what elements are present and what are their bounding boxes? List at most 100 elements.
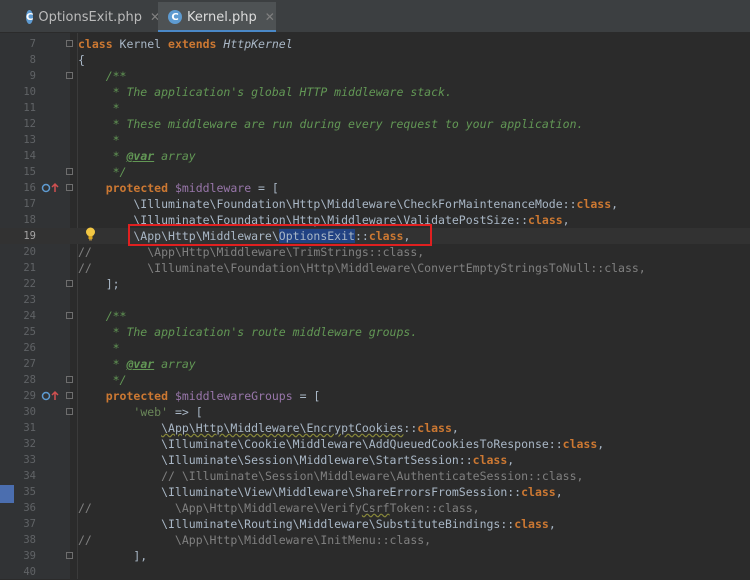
fold-marker-icon[interactable]: [66, 184, 73, 191]
code-line[interactable]: 35 \Illuminate\View\Middleware\ShareErro…: [0, 484, 750, 500]
fold-marker-icon[interactable]: [66, 280, 73, 287]
code-text: *: [78, 133, 120, 147]
code-text: protected $middleware = [: [105, 181, 279, 195]
line-number: 38: [23, 534, 36, 546]
line-number: 22: [23, 278, 36, 290]
line-number: 12: [23, 118, 36, 130]
code-text: * These middleware are run during every …: [78, 117, 584, 131]
code-line[interactable]: 39 ],: [0, 548, 750, 564]
line-number: 10: [23, 86, 36, 98]
code-text: * @var array: [78, 357, 196, 371]
code-line[interactable]: 15 */: [0, 164, 750, 180]
line-number: 20: [23, 246, 36, 258]
line-number: 14: [23, 150, 36, 162]
fold-marker-icon[interactable]: [66, 552, 73, 559]
php-class-icon: C: [26, 10, 34, 24]
code-line[interactable]: 7 class Kernel extends HttpKernel: [0, 36, 750, 52]
fold-marker-icon[interactable]: [66, 376, 73, 383]
code-line[interactable]: 11 *: [0, 100, 750, 116]
lightbulb-icon[interactable]: [85, 227, 96, 241]
close-icon[interactable]: ✕: [265, 10, 275, 24]
line-number: 7: [29, 38, 36, 50]
code-text: *: [78, 341, 120, 355]
line-number: 29: [23, 390, 36, 402]
code-text: // \Illuminate\Session\Middleware\Authen…: [161, 469, 584, 483]
code-text: ];: [78, 277, 120, 291]
line-number: 39: [23, 550, 36, 562]
tab-kernel[interactable]: C Kernel.php ✕: [158, 2, 276, 32]
line-number: 18: [23, 214, 36, 226]
fold-marker-icon[interactable]: [66, 40, 73, 47]
line-number: 30: [23, 406, 36, 418]
code-line[interactable]: 17 \Illuminate\Foundation\Http\Middlewar…: [0, 196, 750, 212]
code-line[interactable]: 36 // \App\Http\Middleware\VerifyCsrfToke…: [0, 500, 750, 516]
code-line[interactable]: 20 // \App\Http\Middleware\TrimStrings::c…: [0, 244, 750, 260]
code-line[interactable]: 8{: [0, 52, 750, 68]
code-line[interactable]: 37 \Illuminate\Routing\Middleware\Substi…: [0, 516, 750, 532]
code-line[interactable]: 26 *: [0, 340, 750, 356]
fold-marker-icon[interactable]: [66, 72, 73, 79]
line-number: 37: [23, 518, 36, 530]
code-text: // \Illuminate\Foundation\Http\Middlewar…: [78, 261, 646, 275]
code-text: // \App\Http\Middleware\InitMenu::class,: [78, 533, 432, 547]
line-number: 11: [23, 102, 36, 114]
code-line[interactable]: 23: [0, 292, 750, 308]
code-text: /**: [78, 309, 127, 323]
code-line[interactable]: 13 *: [0, 132, 750, 148]
code-text: * The application's global HTTP middlewa…: [78, 85, 452, 99]
fold-marker-icon[interactable]: [66, 392, 73, 399]
fold-marker-icon[interactable]: [66, 312, 73, 319]
code-text: * The application's route middleware gro…: [78, 325, 418, 339]
code-line[interactable]: 28 */: [0, 372, 750, 388]
code-line[interactable]: 27 * @var array: [0, 356, 750, 372]
tab-label: OptionsExit.php: [38, 9, 142, 25]
code-text: */: [78, 373, 127, 387]
code-line[interactable]: 34 // \Illuminate\Session\Middleware\Aut…: [0, 468, 750, 484]
code-text: \App\Http\Middleware\EncryptCookies::cla…: [161, 421, 459, 435]
override-marker-icon[interactable]: [41, 390, 65, 402]
tab-optionsexit[interactable]: C OptionsExit.php ✕: [18, 2, 160, 32]
code-line[interactable]: 31 \App\Http\Middleware\EncryptCookies::…: [0, 420, 750, 436]
line-number: 8: [29, 54, 36, 66]
code-text: \Illuminate\Session\Middleware\StartSess…: [78, 453, 515, 467]
line-number: 21: [23, 262, 36, 274]
code-line[interactable]: 12 * These middleware are run during eve…: [0, 116, 750, 132]
code-line[interactable]: 33 \Illuminate\Session\Middleware\StartS…: [0, 452, 750, 468]
code-text: /**: [78, 69, 127, 83]
line-number: 19: [23, 230, 36, 242]
code-text: \Illuminate\Foundation\Http\Middleware\C…: [78, 197, 619, 211]
code-line[interactable]: 9 /**: [0, 68, 750, 84]
code-text: ],: [78, 549, 148, 563]
line-number: 17: [23, 198, 36, 210]
line-number: 36: [23, 502, 36, 514]
code-line[interactable]: 29 protected $middlewareGroups = [: [0, 388, 750, 404]
code-line[interactable]: 38 // \App\Http\Middleware\InitMenu::clas…: [0, 532, 750, 548]
fold-marker-icon[interactable]: [66, 168, 73, 175]
code-text: \Illuminate\Cookie\Middleware\AddQueuedC…: [78, 437, 605, 451]
override-marker-icon[interactable]: [41, 182, 65, 194]
code-line[interactable]: 40: [0, 564, 750, 580]
line-number: 25: [23, 326, 36, 338]
code-line[interactable]: 24 /**: [0, 308, 750, 324]
line-number: 27: [23, 358, 36, 370]
code-line[interactable]: 16 protected $middleware = [: [0, 180, 750, 196]
code-line[interactable]: 21 // \Illuminate\Foundation\Http\Middlew…: [0, 260, 750, 276]
code-line[interactable]: 22 ];: [0, 276, 750, 292]
php-class-icon: C: [168, 10, 182, 24]
code-text: */: [78, 165, 127, 179]
line-number: 40: [23, 566, 36, 578]
code-line[interactable]: 10 * The application's global HTTP middl…: [0, 84, 750, 100]
line-number: 26: [23, 342, 36, 354]
line-number: 9: [29, 70, 36, 82]
code-line[interactable]: 32 \Illuminate\Cookie\Middleware\AddQueu…: [0, 436, 750, 452]
fold-marker-icon[interactable]: [66, 408, 73, 415]
code-text: \Illuminate\Routing\Middleware\Substitut…: [78, 517, 556, 531]
line-number: 35: [23, 486, 36, 498]
code-text: \Illuminate\View\Middleware\ShareErrorsF…: [78, 485, 563, 499]
code-line[interactable]: 30 'web' => [: [0, 404, 750, 420]
code-line[interactable]: 14 * @var array: [0, 148, 750, 164]
highlight-annotation-box: [128, 224, 432, 246]
line-number: 16: [23, 182, 36, 194]
code-line[interactable]: 25 * The application's route middleware …: [0, 324, 750, 340]
line-number: 31: [23, 422, 36, 434]
